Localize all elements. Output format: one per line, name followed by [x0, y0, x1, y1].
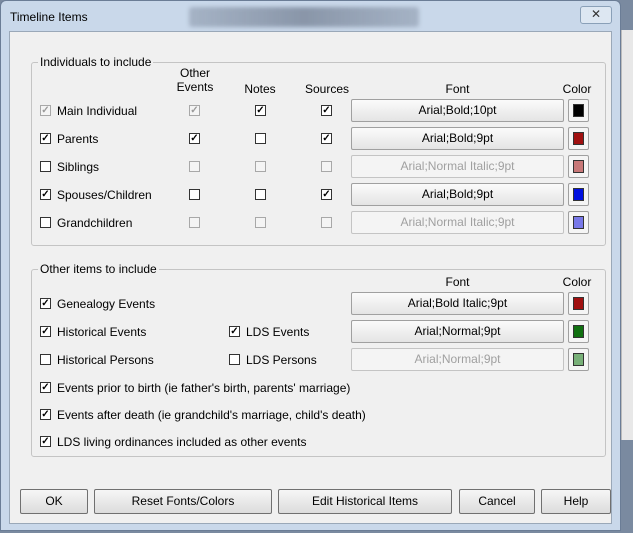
lds-persons-color-swatch	[573, 353, 584, 366]
parents-color-button[interactable]	[568, 127, 589, 150]
genealogy-font-button[interactable]: Arial;Bold Italic;9pt	[351, 292, 564, 315]
main-individual-notes-checkbox[interactable]: ✓	[255, 105, 266, 116]
reset-fonts-colors-button[interactable]: Reset Fonts/Colors	[94, 489, 272, 514]
spouses-children-sources-checkbox[interactable]: ✓	[321, 189, 332, 200]
main-individual-color-swatch	[573, 104, 584, 117]
other-items-group-label: Other items to include	[38, 262, 159, 276]
siblings-font-button: Arial;Normal Italic;9pt	[351, 155, 564, 178]
siblings-color-swatch	[573, 160, 584, 173]
main-individual-other-events-checkbox: ✓	[189, 105, 200, 116]
window-title: Timeline Items	[10, 10, 88, 24]
historical-events-label: Historical Events	[57, 325, 147, 339]
obscured-title-text	[189, 7, 419, 27]
lds-events-checkbox[interactable]: ✓	[229, 326, 240, 337]
spouses-children-include-checkbox[interactable]: ✓	[40, 189, 51, 200]
spouses-children-other-events-checkbox[interactable]	[189, 189, 200, 200]
header-font: Font	[445, 82, 470, 96]
parents-include-checkbox[interactable]: ✓	[40, 133, 51, 144]
parents-notes-checkbox[interactable]	[255, 133, 266, 144]
edit-historical-items-button[interactable]: Edit Historical Items	[278, 489, 452, 514]
close-button[interactable]: ✕	[580, 6, 612, 24]
ok-button[interactable]: OK	[20, 489, 88, 514]
grandchildren-font-button: Arial;Normal Italic;9pt	[351, 211, 564, 234]
grandchildren-include-checkbox[interactable]	[40, 217, 51, 228]
header-other-events: Other Events	[176, 66, 214, 94]
historical-events-checkbox[interactable]: ✓	[40, 326, 51, 337]
header-color: Color	[562, 82, 592, 96]
genealogy-events-label: Genealogy Events	[57, 297, 156, 311]
grandchildren-color-swatch	[573, 216, 584, 229]
title-bar[interactable]: Timeline Items ✕	[1, 1, 620, 31]
siblings-label: Siblings	[57, 160, 100, 174]
parents-color-swatch	[573, 132, 584, 145]
grandchildren-notes-checkbox	[255, 217, 266, 228]
lds-events-font-button[interactable]: Arial;Normal;9pt	[351, 320, 564, 343]
other-header-font: Font	[445, 275, 470, 289]
lds-events-label: LDS Events	[246, 325, 310, 339]
grandchildren-color-button[interactable]	[568, 211, 589, 234]
spouses-children-color-swatch	[573, 188, 584, 201]
grandchildren-other-events-checkbox	[189, 217, 200, 228]
spouses-children-label: Spouses/Children	[57, 188, 152, 202]
dialog-client-area: Individuals to include Other Events Note…	[9, 31, 612, 524]
parents-sources-checkbox[interactable]: ✓	[321, 133, 332, 144]
lds-persons-label: LDS Persons	[246, 353, 317, 367]
individuals-group-label: Individuals to include	[38, 55, 154, 69]
siblings-other-events-checkbox	[189, 161, 200, 172]
dialog-window: Timeline Items ✕ Individuals to include …	[0, 0, 621, 531]
siblings-notes-checkbox	[255, 161, 266, 172]
historical-persons-label: Historical Persons	[57, 353, 154, 367]
parents-font-button[interactable]: Arial;Bold;9pt	[351, 127, 564, 150]
spouses-children-notes-checkbox[interactable]	[255, 189, 266, 200]
events-after-death-label: Events after death (ie grandchild's marr…	[57, 408, 366, 422]
siblings-color-button[interactable]	[568, 155, 589, 178]
historical-persons-checkbox[interactable]	[40, 354, 51, 365]
grandchildren-label: Grandchildren	[57, 216, 133, 230]
lds-events-color-button[interactable]	[568, 320, 589, 343]
spouses-children-font-button[interactable]: Arial;Bold;9pt	[351, 183, 564, 206]
lds-events-color-swatch	[573, 325, 584, 338]
siblings-include-checkbox[interactable]	[40, 161, 51, 172]
header-sources: Sources	[304, 82, 350, 96]
other-header-color: Color	[562, 275, 592, 289]
events-after-death-checkbox[interactable]: ✓	[40, 409, 51, 420]
header-notes: Notes	[244, 82, 276, 96]
main-individual-sources-checkbox[interactable]: ✓	[321, 105, 332, 116]
help-button[interactable]: Help	[541, 489, 611, 514]
siblings-sources-checkbox	[321, 161, 332, 172]
lds-persons-checkbox[interactable]	[229, 354, 240, 365]
spouses-children-color-button[interactable]	[568, 183, 589, 206]
lds-living-ordinances-checkbox[interactable]: ✓	[40, 436, 51, 447]
grandchildren-sources-checkbox	[321, 217, 332, 228]
main-individual-label: Main Individual	[57, 104, 138, 118]
main-individual-color-button[interactable]	[568, 99, 589, 122]
main-individual-include-checkbox: ✓	[40, 105, 51, 116]
parents-label: Parents	[57, 132, 99, 146]
events-prior-birth-checkbox[interactable]: ✓	[40, 382, 51, 393]
background-scrollbar[interactable]	[621, 30, 633, 440]
lds-living-ordinances-label: LDS living ordinances included as other …	[57, 435, 307, 449]
parents-other-events-checkbox[interactable]: ✓	[189, 133, 200, 144]
events-prior-birth-label: Events prior to birth (ie father's birth…	[57, 381, 351, 395]
lds-persons-color-button[interactable]	[568, 348, 589, 371]
lds-persons-font-button[interactable]: Arial;Normal;9pt	[351, 348, 564, 371]
genealogy-events-checkbox[interactable]: ✓	[40, 298, 51, 309]
genealogy-color-button[interactable]	[568, 292, 589, 315]
main-individual-font-button[interactable]: Arial;Bold;10pt	[351, 99, 564, 122]
genealogy-color-swatch	[573, 297, 584, 310]
cancel-button[interactable]: Cancel	[459, 489, 535, 514]
